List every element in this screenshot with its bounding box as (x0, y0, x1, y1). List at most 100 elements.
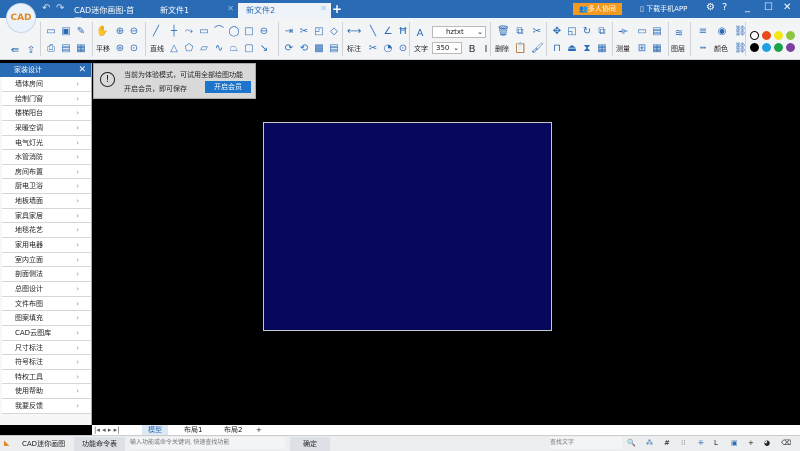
sidebar-item[interactable]: 墙体房间 › (2, 77, 91, 92)
text-icon[interactable]: A (414, 28, 426, 40)
table-icon[interactable]: ▦ (651, 43, 663, 55)
rect-round-icon[interactable]: ▭ (198, 26, 210, 38)
help-icon[interactable]: ? (722, 2, 727, 13)
color-wheel-icon[interactable]: ◕ (764, 439, 770, 447)
zoom-out-icon[interactable]: ⊖ (128, 26, 140, 38)
spline-icon[interactable]: ∿ (213, 43, 225, 55)
eraser-icon[interactable]: ⌫ (781, 439, 791, 447)
zoom-extent-icon[interactable]: ⊙ (128, 43, 140, 55)
delete-label[interactable]: 删除 (495, 44, 509, 54)
upload-icon[interactable]: ⇪ (25, 45, 37, 57)
sidebar-item[interactable]: 使用帮助 › (2, 384, 91, 400)
delete-icon[interactable]: 🗑 (497, 26, 510, 38)
drawing-rectangle[interactable] (263, 122, 552, 331)
save-icon[interactable]: ▣ (60, 26, 72, 38)
arc-icon[interactable]: ⌒ (213, 26, 225, 38)
angle-dim-icon[interactable]: ∠ (382, 26, 394, 38)
undo-icon[interactable]: ↶ (42, 3, 50, 14)
sidebar-item[interactable]: 水管消防 › (2, 150, 91, 165)
pdf-icon[interactable]: ▤ (60, 43, 72, 55)
snap-icon[interactable]: ⁂ (646, 439, 653, 447)
grid-array-icon[interactable]: ▦ (596, 43, 608, 55)
sidebar-item[interactable]: 文件布图 › (2, 296, 91, 312)
export-image-icon[interactable]: ▦ (75, 43, 87, 55)
extend-icon[interactable]: ⇥ (283, 26, 295, 38)
crosshair-line-icon[interactable]: ┼ (168, 26, 180, 38)
line-icon[interactable]: ╱ (150, 26, 162, 38)
color-swatch[interactable] (750, 43, 759, 52)
nav-first-icon[interactable]: |◂ ◂ ▸ ▸| (94, 425, 119, 435)
command-list-button[interactable]: 功能命令表 (74, 437, 125, 451)
scale-icon[interactable]: ◱ (566, 26, 578, 38)
font-size-select[interactable]: 350 ⌄ (432, 42, 462, 54)
close-window-icon[interactable]: ✕ (783, 2, 791, 13)
color-swatch[interactable] (786, 31, 795, 40)
dynamic-input-icon[interactable]: ▣ (731, 439, 738, 447)
fit-icon[interactable]: ⊞ (636, 43, 648, 55)
trim-icon[interactable]: ✂ (298, 26, 310, 38)
measure-label[interactable]: 测量 (616, 44, 630, 54)
arrow-icon[interactable]: ↘ (258, 43, 270, 55)
color-palette-icon[interactable]: ◉ (716, 26, 728, 38)
fillet-icon[interactable]: ◰ (313, 26, 325, 38)
search-text-input[interactable] (550, 437, 622, 449)
zoom-in-icon[interactable]: ⊕ (114, 26, 126, 38)
add-layout-icon[interactable]: + (256, 425, 262, 435)
sidebar-item[interactable]: 厨电卫浴 › (2, 179, 91, 195)
measure-icon[interactable]: ⟛ (617, 26, 629, 38)
print-icon[interactable]: ⎙ (45, 43, 57, 55)
sidebar-item[interactable]: 尺寸标注 › (2, 340, 91, 356)
paste-icon[interactable]: 📋 (514, 43, 526, 55)
break-icon[interactable]: ✂ (367, 43, 379, 55)
dot-grid-icon[interactable]: ⁞⁞ (681, 439, 685, 447)
trapezoid-icon[interactable]: ⏢ (228, 43, 240, 55)
pentagon-icon[interactable]: ⬠ (183, 43, 195, 55)
array-icon[interactable]: ⧉ (596, 26, 608, 38)
color-swatch[interactable] (750, 31, 759, 40)
minimize-icon[interactable]: _ (745, 2, 750, 13)
triangle-icon[interactable]: △ (168, 43, 180, 55)
command-input[interactable] (130, 437, 285, 449)
polyline-icon[interactable]: ⤳ (183, 26, 195, 38)
line-label[interactable]: 直线 (150, 44, 164, 54)
sidebar-item[interactable]: 家具家居 › (2, 208, 91, 224)
bold-icon[interactable]: B (466, 44, 478, 56)
save-as-icon[interactable]: ✎ (75, 26, 87, 38)
search-icon[interactable]: 🔍 (627, 439, 636, 447)
sidebar-item[interactable]: 房间布置 › (2, 164, 91, 180)
close-icon[interactable]: ✕ (78, 63, 86, 77)
tab-file1[interactable]: 新文件1 ✕ (152, 3, 238, 18)
grid-icon[interactable]: # (664, 439, 670, 447)
color-swatch[interactable] (774, 43, 783, 52)
rounded-rect-icon[interactable]: ▢ (243, 43, 255, 55)
cut-icon[interactable]: ✂ (531, 26, 543, 38)
dimension-icon[interactable]: ⟷ (347, 26, 361, 38)
arc-dim-icon[interactable]: ⊙ (397, 43, 409, 55)
mirror-up-icon[interactable]: ⏏ (566, 43, 578, 55)
color-swatch[interactable] (762, 31, 771, 40)
tab-file2[interactable]: 新文件2 ✕ (238, 3, 331, 18)
pan-hand-icon[interactable]: ✋ (96, 26, 108, 38)
lineweight-icon[interactable]: ≡ (697, 26, 709, 38)
gear-icon[interactable]: ⚙ (706, 2, 715, 13)
layer-label[interactable]: 图层 (671, 44, 685, 54)
download-app-button[interactable]: ▯ 下载手机APP (640, 4, 687, 14)
open-icon[interactable]: ▭ (45, 26, 57, 38)
redo-icon[interactable]: ↷ (56, 3, 64, 14)
linetype-icon[interactable]: ┅ (697, 43, 709, 55)
text-label[interactable]: 文字 (414, 44, 428, 54)
dim-label[interactable]: 标注 (347, 44, 361, 54)
rotate2-icon[interactable]: ↻ (581, 26, 593, 38)
confirm-button[interactable]: 确定 (290, 437, 330, 451)
hatch-icon[interactable]: ▩ (313, 43, 325, 55)
sidebar-item[interactable]: 电气灯光 › (2, 135, 91, 151)
add-tab-icon[interactable]: + (332, 2, 342, 16)
ortho-icon[interactable]: L (714, 439, 718, 447)
crosshair-icon[interactable]: + (748, 439, 754, 447)
offset-icon[interactable]: ⟲ (298, 43, 310, 55)
sidebar-item[interactable]: 家用电器 › (2, 238, 91, 253)
color-swatch[interactable] (786, 43, 795, 52)
close-icon[interactable]: ✕ (227, 4, 234, 13)
sidebar-item[interactable]: 采暖空调 › (2, 120, 91, 136)
tab-layout2[interactable]: 布局2 (224, 425, 242, 435)
